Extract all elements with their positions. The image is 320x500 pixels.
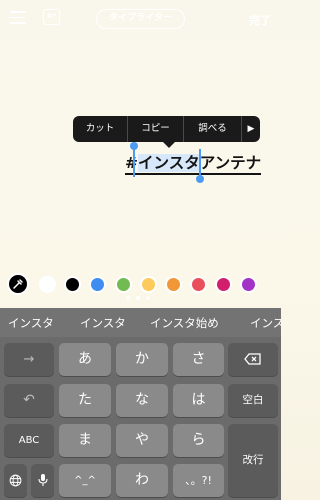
candidate-item[interactable]: インスタ始め (150, 315, 219, 331)
page-dot-active (136, 296, 140, 300)
color-swatch-magenta[interactable] (215, 276, 232, 293)
mic-icon (37, 474, 48, 486)
text-context-menu: カット コピー 調べる ▶ (73, 116, 260, 148)
page-dot (126, 296, 130, 300)
globe-key[interactable] (4, 464, 27, 497)
return-key[interactable]: 改行 (228, 424, 278, 497)
palette-page-dots (126, 296, 150, 300)
text-style-button[interactable]: A* (43, 9, 60, 25)
triangle-right-icon[interactable]: ▶ (242, 116, 260, 142)
menu-pointer (163, 142, 175, 148)
selected-text[interactable]: インスタ (138, 154, 200, 172)
color-swatch-black[interactable] (64, 276, 81, 293)
lookup-menu-item[interactable]: 調べる (184, 116, 242, 142)
selection-start-handle[interactable] (130, 142, 137, 177)
color-swatch-blue[interactable] (89, 276, 106, 293)
color-swatch-yellow[interactable] (140, 276, 157, 293)
space-key[interactable]: 空白 (228, 384, 278, 417)
color-swatch-orange[interactable] (165, 276, 182, 293)
emoji-key[interactable]: ^_^ (59, 464, 111, 497)
cut-menu-item[interactable]: カット (73, 116, 128, 142)
japanese-keyboard: インスタ インスタ インスタ始め インス → あ か さ ↶ た な は 空白 … (0, 308, 281, 500)
abc-key[interactable]: ABC (4, 424, 54, 457)
candidate-item[interactable]: インスタ (8, 315, 54, 331)
story-text[interactable]: #インスタアンテナ (125, 153, 262, 175)
key-a[interactable]: あ (59, 343, 111, 376)
key-ta[interactable]: た (59, 384, 111, 417)
candidate-item[interactable]: インス (250, 315, 281, 331)
key-ha[interactable]: は (173, 384, 224, 417)
key-ya[interactable]: や (116, 424, 168, 457)
key-wa[interactable]: わ (116, 464, 168, 497)
key-ra[interactable]: ら (173, 424, 224, 457)
candidate-item[interactable]: インスタ (80, 315, 126, 331)
key-na[interactable]: な (116, 384, 168, 417)
copy-menu-item[interactable]: コピー (128, 116, 184, 142)
cursor-right-key[interactable]: → (4, 343, 54, 376)
top-toolbar: A* タイプライター 完了 (0, 0, 281, 36)
eyedropper-icon[interactable] (7, 273, 29, 295)
hamburger-icon[interactable] (10, 11, 26, 25)
color-swatch-green[interactable] (115, 276, 132, 293)
done-button[interactable]: 完了 (249, 12, 271, 28)
key-ma[interactable]: ま (59, 424, 111, 457)
globe-icon (9, 474, 22, 487)
page-dot (146, 296, 150, 300)
selection-end-handle[interactable] (196, 149, 203, 183)
text-prefix: # (125, 154, 138, 172)
delete-icon (244, 353, 261, 365)
key-sa[interactable]: さ (173, 343, 224, 376)
color-swatch-red[interactable] (190, 276, 207, 293)
mic-key[interactable] (31, 464, 54, 497)
candidate-bar: インスタ インスタ インスタ始め インス (0, 308, 281, 337)
font-selector-button[interactable]: タイプライター (96, 9, 185, 29)
undo-key[interactable]: ↶ (4, 384, 54, 417)
delete-key[interactable] (228, 343, 278, 376)
key-ka[interactable]: か (116, 343, 168, 376)
text-suffix: アンテナ (199, 154, 262, 172)
color-swatch-purple[interactable] (240, 276, 257, 293)
punctuation-key[interactable]: 、。?! (173, 464, 224, 497)
color-swatch-white[interactable] (39, 276, 56, 293)
color-palette (0, 272, 281, 298)
